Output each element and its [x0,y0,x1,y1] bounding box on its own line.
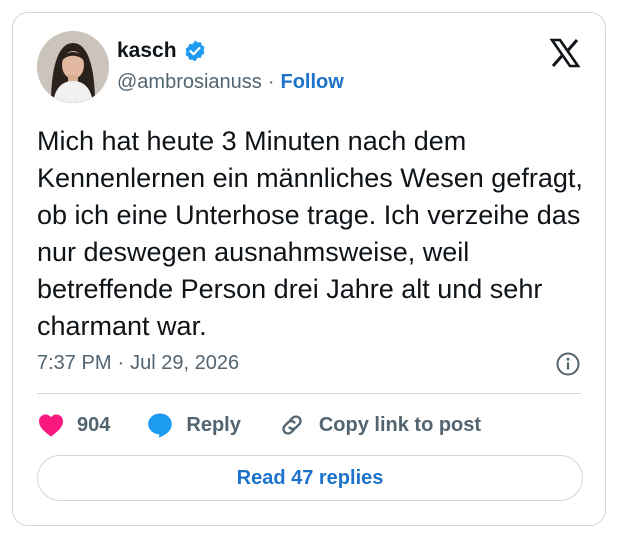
like-button[interactable]: 904 [37,412,110,438]
x-logo-icon[interactable] [549,37,581,69]
author-name-row: kasch [117,37,207,65]
tweet-text: Mich hat heute 3 Minuten nach dem Kennen… [37,126,583,341]
copy-link-button[interactable]: Copy link to post [277,411,481,439]
author-handle[interactable]: @ambrosianuss [117,69,262,95]
divider [37,393,581,394]
verified-badge-icon [183,39,207,63]
author-handle-row: @ambrosianuss · Follow [117,69,344,95]
reply-label: Reply [186,413,241,436]
speech-bubble-icon [148,413,173,438]
timestamp-separator: · [117,351,125,374]
tweet-actions: 904 Reply Copy link to post [37,409,517,441]
follow-button[interactable]: Follow [280,69,343,95]
tweet-timestamp[interactable]: 7:37 PM · Jul 29, 2026 [37,349,239,377]
info-icon[interactable] [555,351,581,377]
avatar[interactable] [37,31,109,103]
author-display-name[interactable]: kasch [117,37,177,65]
like-count: 904 [77,413,111,436]
read-replies-button[interactable]: Read 47 replies [37,455,583,501]
tweet-time[interactable]: 7:37 PM [37,352,111,375]
copy-link-label: Copy link to post [318,413,482,436]
handle-separator: · [267,71,275,93]
link-icon [282,415,302,435]
reply-button[interactable]: Reply [146,411,241,439]
tweet-date[interactable]: Jul 29, 2026 [130,352,239,375]
heart-icon [39,414,63,437]
tweet-card: kasch @ambrosianuss · Follow Mich hat he… [12,12,606,526]
